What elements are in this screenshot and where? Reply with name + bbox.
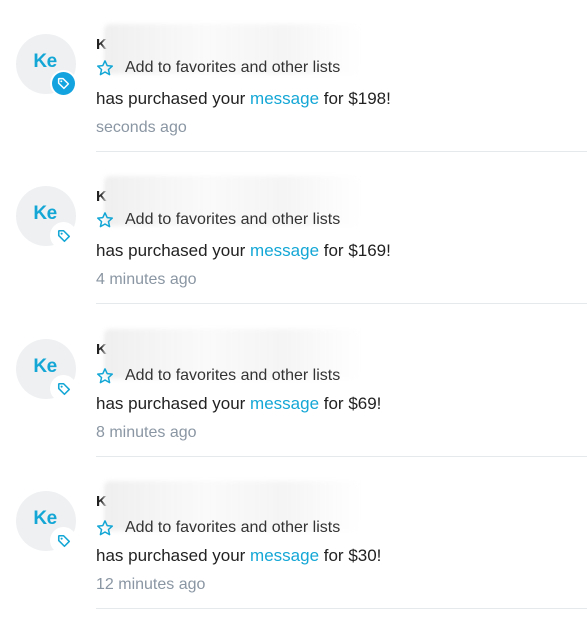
price-tag-icon xyxy=(57,382,70,395)
message-link[interactable]: message xyxy=(250,546,319,565)
avatar-initials: Ke xyxy=(33,508,57,529)
avatar-initials: Ke xyxy=(33,51,57,72)
price-tag-badge xyxy=(50,375,77,402)
purchase-text: has purchased your message for $169! xyxy=(96,241,391,261)
avatar-initials: Ke xyxy=(33,203,57,224)
timestamp: 12 minutes ago xyxy=(96,576,206,593)
timestamp: seconds ago xyxy=(96,119,187,136)
purchase-amount: for $69! xyxy=(319,394,382,413)
purchase-text: has purchased your message for $69! xyxy=(96,394,381,414)
message-link[interactable]: message xyxy=(250,394,319,413)
star-outline-icon xyxy=(96,520,114,536)
purchase-text: has purchased your message for $30! xyxy=(96,546,381,566)
purchase-amount: for $30! xyxy=(319,546,382,565)
add-to-favorites[interactable]: Add to favorites and other lists xyxy=(96,367,340,385)
price-tag-badge xyxy=(50,527,77,554)
purchase-amount: for $169! xyxy=(319,241,391,260)
avatar-initials: Ke xyxy=(33,356,57,377)
notification-feed: Ke K Add to favorites and other lists ha… xyxy=(0,0,587,618)
price-tag-icon xyxy=(57,77,70,90)
purchase-text-start: has purchased your xyxy=(96,89,251,108)
add-to-favorites-label: Add to favorites and other lists xyxy=(125,519,341,536)
divider xyxy=(96,303,587,304)
purchase-amount: for $198! xyxy=(319,89,391,108)
notification-item: Ke K Add to favorites and other lists ha… xyxy=(0,152,587,304)
purchase-text-start: has purchased your xyxy=(96,546,251,565)
price-tag-icon xyxy=(57,229,70,242)
add-to-favorites[interactable]: Add to favorites and other lists xyxy=(96,59,340,77)
add-to-favorites-label: Add to favorites and other lists xyxy=(125,211,341,228)
purchase-text-start: has purchased your xyxy=(96,394,251,413)
star-outline-icon xyxy=(96,368,114,384)
price-tag-icon xyxy=(57,534,70,547)
purchase-text-start: has purchased your xyxy=(96,241,251,260)
divider xyxy=(96,608,587,609)
timestamp: 8 minutes ago xyxy=(96,424,197,441)
timestamp: 4 minutes ago xyxy=(96,271,197,288)
star-outline-icon xyxy=(96,212,114,228)
notification-item: Ke K Add to favorites and other lists ha… xyxy=(0,0,587,152)
message-link[interactable]: message xyxy=(250,89,319,108)
add-to-favorites[interactable]: Add to favorites and other lists xyxy=(96,211,340,229)
notification-item: Ke K Add to favorites and other lists ha… xyxy=(0,305,587,457)
star-outline-icon xyxy=(96,60,114,76)
add-to-favorites[interactable]: Add to favorites and other lists xyxy=(96,519,340,537)
purchase-text: has purchased your message for $198! xyxy=(96,89,391,109)
notification-item: Ke K Add to favorites and other lists ha… xyxy=(0,457,587,609)
add-to-favorites-label: Add to favorites and other lists xyxy=(125,59,341,76)
message-link[interactable]: message xyxy=(250,241,319,260)
add-to-favorites-label: Add to favorites and other lists xyxy=(125,367,341,384)
price-tag-badge xyxy=(50,70,77,97)
price-tag-badge xyxy=(50,222,77,249)
